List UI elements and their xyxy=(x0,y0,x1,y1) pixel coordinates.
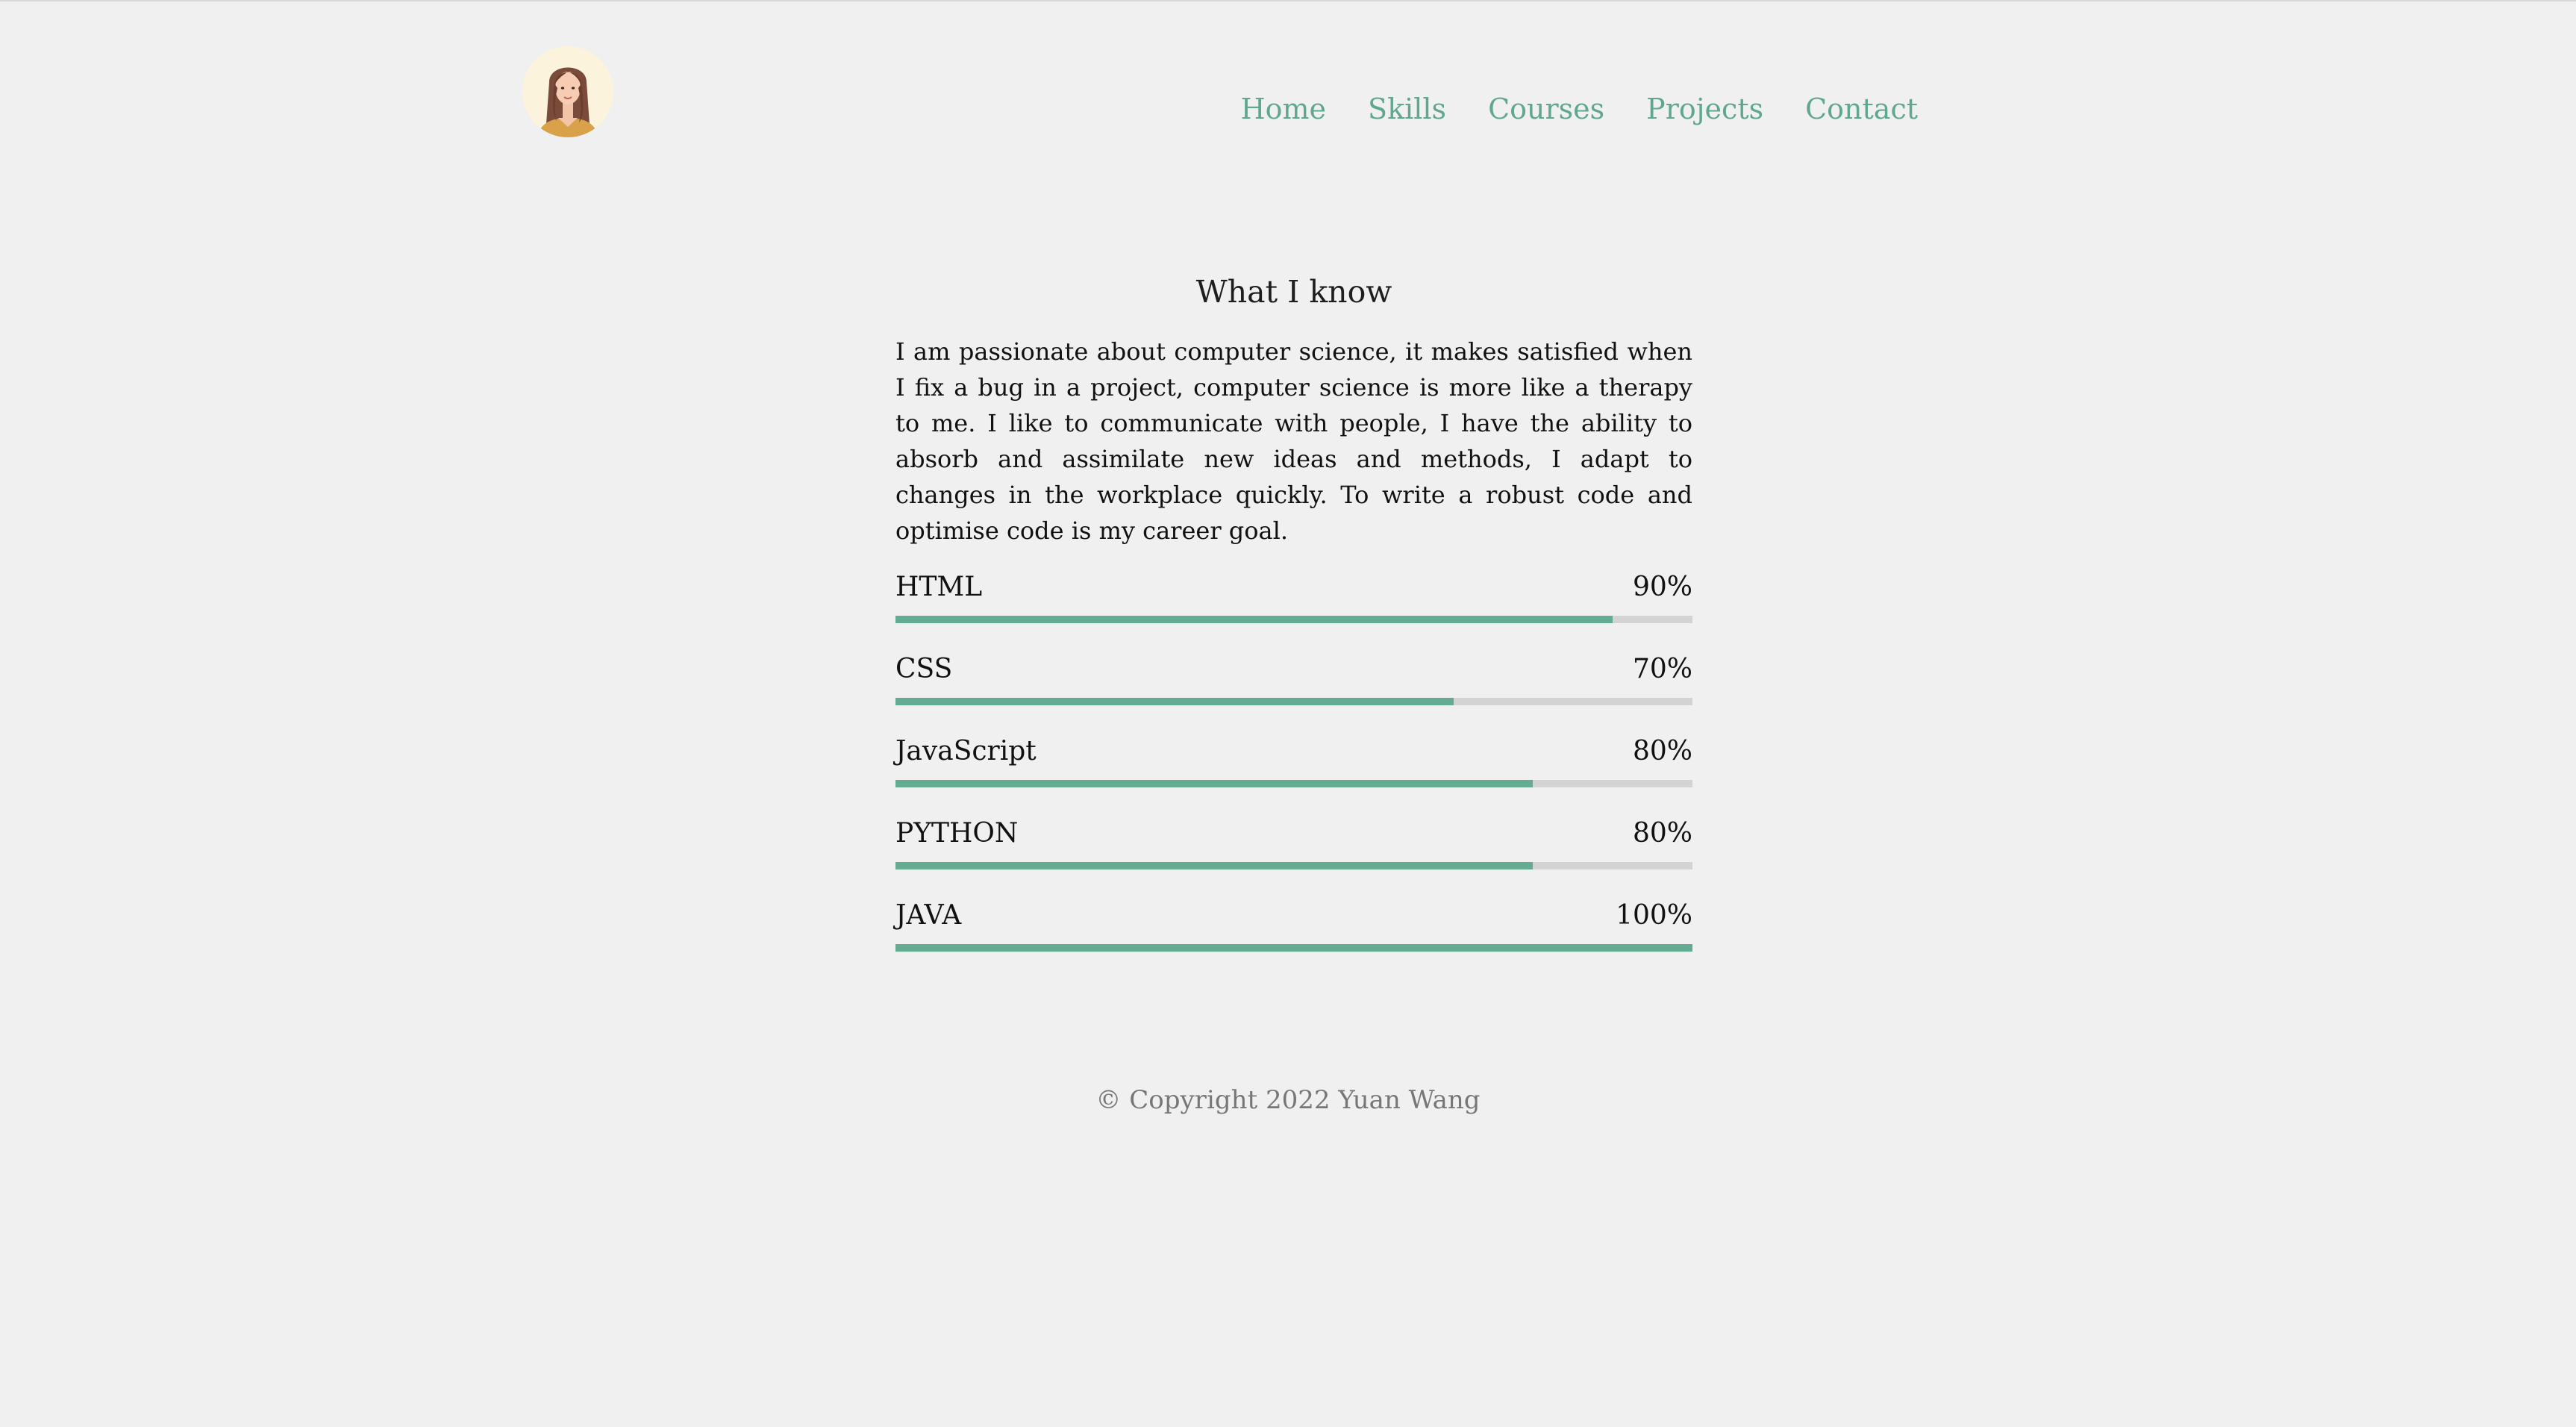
skill-name: HTML xyxy=(895,572,983,602)
skill-bar-fill xyxy=(895,944,1692,952)
skill-bar-fill xyxy=(895,780,1534,787)
main-nav: Home Skills Courses Projects Contact xyxy=(1240,88,1918,130)
nav-link-courses[interactable]: Courses xyxy=(1488,88,1604,130)
intro-paragraph: I am passionate about computer science, … xyxy=(895,337,1692,545)
skill-percent: 100% xyxy=(1616,900,1692,931)
skills-section: What I know I am passionate about comput… xyxy=(895,266,1692,980)
skill-bar-track xyxy=(895,698,1692,705)
skill-item: HTML 90% xyxy=(895,569,1692,623)
skill-bar-fill xyxy=(895,698,1454,705)
skill-percent: 90% xyxy=(1632,572,1692,602)
skill-item: JavaScript 80% xyxy=(895,734,1692,787)
skill-item: JAVA 100% xyxy=(895,898,1692,952)
nav-link-skills[interactable]: Skills xyxy=(1368,88,1446,130)
section-title: What I know xyxy=(1195,274,1392,310)
skill-bar-track xyxy=(895,862,1692,869)
footer-copyright: © Copyright 2022 Yuan Wang xyxy=(1095,1085,1481,1115)
skill-name: JAVA xyxy=(895,900,962,931)
skill-name: CSS xyxy=(895,654,953,684)
skills-list: HTML 90% CSS 70% JavaScript 80% PYTHON 8… xyxy=(895,569,1692,952)
skill-bar-fill xyxy=(895,862,1534,869)
skill-bar-track xyxy=(895,780,1692,787)
nav-link-home[interactable]: Home xyxy=(1240,88,1326,130)
skill-percent: 70% xyxy=(1632,654,1692,684)
avatar[interactable] xyxy=(522,46,613,137)
skill-bar-fill xyxy=(895,616,1613,623)
skill-percent: 80% xyxy=(1632,736,1692,766)
nav-link-contact[interactable]: Contact xyxy=(1805,88,1918,130)
skill-item: PYTHON 80% xyxy=(895,816,1692,869)
nav-link-projects[interactable]: Projects xyxy=(1646,88,1763,130)
skill-bar-track xyxy=(895,944,1692,952)
woman-portrait-icon xyxy=(522,46,613,137)
skill-name: PYTHON xyxy=(895,818,1019,849)
skill-bar-track xyxy=(895,616,1692,623)
skill-name: JavaScript xyxy=(895,736,1037,766)
skill-percent: 80% xyxy=(1632,818,1692,849)
skill-item: CSS 70% xyxy=(895,652,1692,705)
